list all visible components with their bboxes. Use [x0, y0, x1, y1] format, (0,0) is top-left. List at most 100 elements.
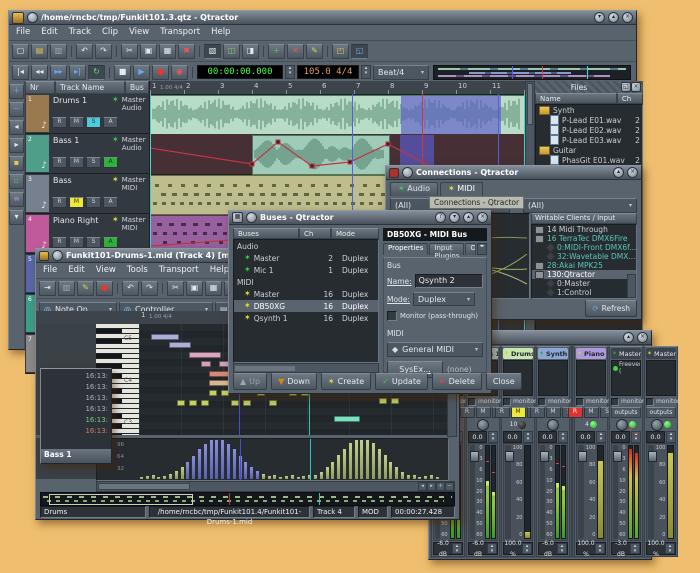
track-m-button[interactable]: M — [69, 117, 84, 128]
hscroll-zoomin-icon[interactable]: ＋ — [436, 482, 445, 491]
monitor-checkbox[interactable] — [576, 398, 584, 406]
pan-knob[interactable] — [616, 419, 628, 431]
buses-menu-icon[interactable]: ▦ — [232, 212, 243, 223]
edit-track-icon[interactable]: ✎ — [306, 44, 323, 59]
gain-spinner[interactable]: ▴▾ — [596, 431, 606, 443]
strip-header[interactable]: ✶Master Ou — [646, 348, 676, 359]
bus-name-input[interactable]: Qsynth 2 — [415, 274, 483, 288]
track-s-button[interactable]: S — [86, 117, 101, 128]
editor-cut-icon[interactable]: ✂ — [167, 281, 184, 296]
col-nr[interactable]: Nr — [25, 81, 55, 94]
strip-m-button[interactable]: M — [511, 407, 526, 418]
open-session-icon[interactable]: ▤ — [31, 44, 48, 59]
cut-icon[interactable]: ✂ — [121, 44, 138, 59]
main-menubar[interactable]: FileEditTrackClipViewTransportHelp — [9, 25, 636, 41]
loop-icon[interactable]: ↻ — [88, 65, 105, 80]
strip-header[interactable]: ✶Drums — [503, 348, 533, 359]
editor-redo-icon[interactable]: ↷ — [141, 281, 158, 296]
value-spinner[interactable]: ▴▾ — [487, 543, 497, 554]
strip-header[interactable]: ✶Piano Left — [576, 348, 606, 359]
gain-fader[interactable] — [648, 445, 654, 539]
buses-col-ch[interactable]: Ch — [299, 228, 331, 239]
editor-hscrollbar[interactable]: ◂ ▸ ＋ － — [96, 481, 455, 492]
piano-key[interactable] — [96, 349, 139, 353]
client-tree-item[interactable]: 130:Qtractor — [532, 270, 636, 279]
velocity-pane[interactable]: 96 64 32 — [96, 438, 449, 481]
rewind-start-icon[interactable]: |◂ — [12, 65, 29, 80]
file-panel-icon[interactable]: ◰ — [332, 44, 349, 59]
fader-handle[interactable] — [470, 451, 479, 462]
menu-clip[interactable]: Clip — [102, 27, 118, 38]
connections-shade-button[interactable]: ▴ — [613, 167, 624, 178]
mixer-shade-button[interactable]: ▴ — [623, 332, 634, 343]
tempo-display[interactable]: 105.0 4/4 — [297, 65, 359, 79]
update-button[interactable]: ✓Update — [375, 373, 428, 390]
value-spinner[interactable]: ▴▾ — [452, 543, 462, 554]
record-icon[interactable]: ● — [152, 65, 169, 80]
create-button[interactable]: ✶Create — [321, 373, 371, 390]
strip-m-button[interactable]: M — [476, 407, 491, 418]
strip-header[interactable]: ✶Master Ou — [611, 348, 641, 359]
paste-icon[interactable]: ▦ — [159, 44, 176, 59]
files-titlebar[interactable]: Files ◱ × — [535, 81, 643, 93]
track-m-button[interactable]: M — [69, 157, 84, 168]
green-led[interactable] — [590, 421, 597, 428]
buses-titlebar[interactable]: ▦ Buses - Qtractor ? ▾ ▴ × — [229, 211, 491, 225]
strip-plugin-list[interactable]: Freeverb ( — [611, 360, 641, 396]
select-mode-icon[interactable]: ▧ — [204, 44, 221, 59]
select-rect-icon[interactable]: ◨ — [242, 44, 259, 59]
monitor-checkbox[interactable] — [611, 398, 619, 406]
piano-key[interactable] — [96, 329, 139, 333]
menu-transport[interactable]: Transport — [160, 27, 200, 38]
editor-record-icon[interactable]: ● — [96, 281, 113, 296]
snap-combo[interactable]: Beat/4 — [373, 65, 429, 80]
piano-key[interactable] — [96, 359, 139, 363]
buses-shade-button[interactable]: ▾ — [449, 212, 460, 223]
menu-tools[interactable]: Tools — [127, 265, 148, 276]
piano-key[interactable] — [96, 339, 139, 343]
bus-row[interactable]: ✶DB50XG16Duplex — [234, 300, 378, 312]
strip-r-button[interactable]: R — [530, 407, 545, 418]
undo-icon[interactable]: ↶ — [76, 44, 93, 59]
track-s-button[interactable]: S — [86, 237, 101, 248]
minimize-button[interactable]: ▾ — [594, 12, 605, 23]
track-r-button[interactable]: R — [52, 117, 67, 128]
plugin-active-led[interactable] — [613, 366, 618, 371]
bus-row[interactable]: ✶Mic 11Duplex — [234, 264, 378, 276]
gain-value[interactable]: 0.0 — [646, 431, 665, 443]
gain-spinner[interactable]: ▴▾ — [666, 431, 676, 443]
mixer-strip[interactable]: ✶Master OuFreeverb (monitoroutputs0.0▴▾0… — [609, 346, 643, 557]
rewind-icon[interactable]: ◂◂ — [31, 65, 48, 80]
plugin-item[interactable]: Freeverb ( — [612, 361, 640, 375]
client-tree-item[interactable]: 0:MIDI-Front DMX6f... — [532, 243, 636, 252]
file-item[interactable]: P-Lead E02.wav2 — [536, 125, 642, 135]
strip-monitor[interactable]: monitor — [503, 397, 533, 406]
add-track-icon[interactable]: + — [268, 44, 285, 59]
clip-row-drums[interactable] — [150, 94, 525, 135]
monitor-checkbox[interactable] — [538, 398, 546, 406]
buses-close-button[interactable]: × — [477, 212, 488, 223]
outputs-button[interactable]: outputs — [611, 407, 641, 418]
editor-copy-icon[interactable]: ▣ — [186, 281, 203, 296]
file-item[interactable]: P-Lead E03.wav2 — [536, 135, 642, 145]
gain-value[interactable]: 0.0 — [538, 431, 557, 443]
green-led[interactable] — [664, 421, 671, 428]
time-display[interactable]: 00:00:00.000 — [197, 65, 283, 79]
tool-quantize-icon[interactable]: ≡ — [9, 192, 24, 207]
monitor-checkbox[interactable] — [646, 398, 654, 406]
tabs-scroll-icon[interactable]: ◂▸ — [477, 243, 487, 255]
instrument-combo[interactable]: ◆General MIDI — [387, 342, 483, 357]
gain-fader[interactable] — [578, 445, 584, 539]
gain-value[interactable]: 0.0 — [503, 431, 522, 443]
client-tree-item[interactable]: 0:Master — [532, 279, 636, 288]
strip-plugin-list[interactable] — [538, 360, 568, 396]
editor-export-icon[interactable]: ⇥ — [39, 281, 56, 296]
bus-row[interactable]: ✶Master2Duplex — [234, 252, 378, 264]
value-spinner[interactable]: ▴▾ — [665, 543, 675, 554]
knob-led[interactable] — [518, 421, 526, 429]
bus-mode-combo[interactable]: Duplex — [413, 292, 475, 306]
gain-spinner[interactable]: ▴▾ — [558, 431, 568, 443]
mixer-strip[interactable]: ✶Synth 1monitorRMS0.0▴▾036102030405060-6… — [536, 346, 570, 557]
file-item[interactable]: Synth — [536, 105, 642, 115]
tool-arrow-icon[interactable]: ◂ — [9, 120, 24, 135]
